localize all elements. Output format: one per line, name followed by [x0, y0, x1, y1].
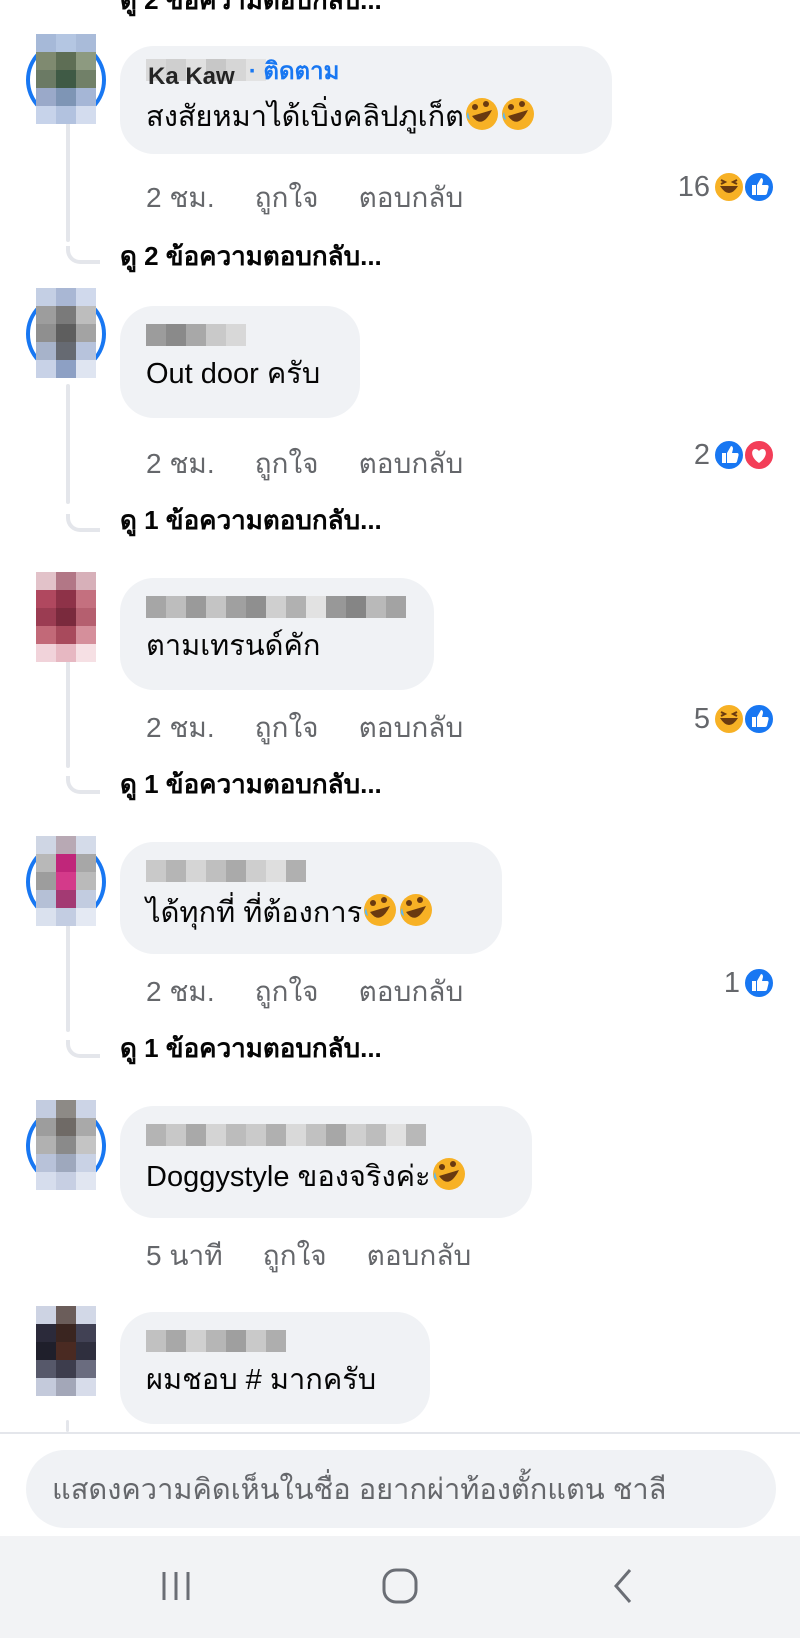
- back-icon: [614, 1569, 632, 1603]
- reaction-count: 2: [693, 438, 710, 471]
- rofl-emoji-icon: [364, 894, 397, 926]
- back-button[interactable]: [584, 1556, 664, 1616]
- thread-elbow: [66, 776, 100, 794]
- avatar[interactable]: [26, 288, 106, 378]
- love-icon: [743, 439, 775, 471]
- comment-text: Doggystyle ของจริงค่ะ: [146, 1161, 431, 1193]
- thread-line: [66, 650, 70, 768]
- comment-text: ได้ทุกที่ ที่ต้องการ: [146, 897, 363, 929]
- thread-elbow: [66, 514, 100, 532]
- like-button[interactable]: ถูกใจ: [255, 706, 319, 750]
- reaction-count: 5: [693, 702, 710, 735]
- thread-elbow: [66, 1040, 100, 1058]
- thread-elbow: [66, 246, 100, 264]
- blurred-author-name[interactable]: [146, 596, 408, 618]
- thread-line: [66, 1420, 69, 1432]
- blurred-author-name[interactable]: [146, 324, 334, 346]
- reply-button[interactable]: ตอบกลับ: [359, 970, 464, 1014]
- system-navigation-bar: [0, 1536, 800, 1638]
- reply-button[interactable]: ตอบกลับ: [359, 176, 464, 220]
- like-icon: [743, 967, 775, 999]
- like-button[interactable]: ถูกใจ: [263, 1234, 327, 1278]
- rofl-emoji-icon: [465, 98, 498, 130]
- comment-time[interactable]: 2 ชม.: [146, 706, 215, 750]
- home-button[interactable]: [360, 1556, 440, 1616]
- avatar[interactable]: [26, 1306, 106, 1396]
- reaction-summary[interactable]: 16: [678, 170, 776, 204]
- rofl-emoji-icon: [400, 894, 433, 926]
- comment-time[interactable]: 2 ชม.: [146, 442, 215, 486]
- view-replies-link[interactable]: ดู 1 ข้อความตอบกลับ...: [120, 500, 382, 541]
- follow-button[interactable]: · ติดตาม: [249, 51, 340, 90]
- rofl-emoji-icon: [432, 1158, 465, 1190]
- like-icon: [713, 439, 745, 471]
- like-button[interactable]: ถูกใจ: [255, 176, 319, 220]
- comment-text: ผมชอบ # มากครับ: [146, 1364, 377, 1396]
- reaction-summary[interactable]: 1: [724, 966, 776, 1000]
- comment-bubble[interactable]: Doggystyle ของจริงค่ะ: [120, 1106, 532, 1218]
- view-replies-link[interactable]: ดู 1 ข้อความตอบกลับ...: [120, 764, 382, 805]
- like-icon: [743, 171, 775, 203]
- reaction-count: 1: [723, 966, 740, 999]
- rofl-emoji-icon: [501, 98, 534, 130]
- view-replies-link[interactable]: ดู 2 ข้อความตอบกลับ...: [120, 236, 382, 277]
- comment-text: สงสัยหมาได้เบิ่งคลิปภูเก็ต: [146, 101, 464, 133]
- view-replies-link[interactable]: ดู 1 ข้อความตอบกลับ...: [120, 1028, 382, 1069]
- like-button[interactable]: ถูกใจ: [255, 442, 319, 486]
- comment-actions: 2 ชม. ถูกใจ ตอบกลับ: [146, 442, 463, 486]
- comment-actions: 2 ชม. ถูกใจ ตอบกลับ: [146, 176, 463, 220]
- comment-bubble[interactable]: ตามเทรนด์คัก: [120, 578, 434, 690]
- reply-button[interactable]: ตอบกลับ: [359, 706, 464, 750]
- haha-icon: [713, 171, 745, 203]
- comment-bubble[interactable]: Out door ครับ: [120, 306, 360, 418]
- comment-time[interactable]: 2 ชม.: [146, 970, 215, 1014]
- thread-line: [66, 384, 70, 504]
- avatar[interactable]: [26, 34, 106, 124]
- avatar[interactable]: [26, 1100, 106, 1190]
- blurred-author-name[interactable]: [146, 860, 476, 882]
- recent-apps-icon: [162, 1572, 190, 1600]
- comment-time[interactable]: 2 ชม.: [146, 176, 215, 220]
- comment-text: ตามเทรนด์คัก: [146, 630, 321, 662]
- comment-composer-bar: แสดงความคิดเห็นในชื่อ อยากผ่าท้องตั้กแตน…: [0, 1432, 800, 1536]
- reaction-summary[interactable]: 5: [694, 702, 776, 736]
- comment-time[interactable]: 5 นาที: [146, 1234, 223, 1278]
- view-replies-cut[interactable]: ดู 2 ข้อความตอบกลับ...: [120, 0, 382, 21]
- reply-button[interactable]: ตอบกลับ: [367, 1234, 472, 1278]
- reaction-summary[interactable]: 2: [694, 438, 776, 472]
- thread-line: [66, 122, 70, 242]
- avatar[interactable]: [26, 572, 106, 662]
- blurred-author-name[interactable]: [146, 1124, 506, 1146]
- haha-icon: [713, 703, 745, 735]
- like-icon: [743, 703, 775, 735]
- reply-button[interactable]: ตอบกลับ: [359, 442, 464, 486]
- comment-actions: 2 ชม. ถูกใจ ตอบกลับ: [146, 706, 463, 750]
- reaction-count: 16: [677, 170, 710, 203]
- comment-text: Out door ครับ: [146, 358, 321, 390]
- blurred-author-name[interactable]: [146, 1330, 404, 1352]
- like-button[interactable]: ถูกใจ: [255, 970, 319, 1014]
- comment-bubble[interactable]: Ka Kaw · ติดตาม สงสัยหมาได้เบิ่งคลิปภูเก…: [120, 46, 612, 154]
- comment-input-placeholder: แสดงความคิดเห็นในชื่อ อยากผ่าท้องตั้กแตน…: [52, 1474, 667, 1506]
- comment-bubble[interactable]: ผมชอบ # มากครับ: [120, 1312, 430, 1424]
- recent-apps-button[interactable]: [136, 1556, 216, 1616]
- comment-actions: 5 นาที ถูกใจ ตอบกลับ: [146, 1234, 471, 1278]
- thread-line: [66, 912, 70, 1032]
- comment-bubble[interactable]: ได้ทุกที่ ที่ต้องการ: [120, 842, 502, 954]
- home-icon: [382, 1568, 418, 1604]
- author-name-partial[interactable]: Ka Kaw: [148, 63, 235, 91]
- comment-actions: 2 ชม. ถูกใจ ตอบกลับ: [146, 970, 463, 1014]
- comment-input[interactable]: แสดงความคิดเห็นในชื่อ อยากผ่าท้องตั้กแตน…: [26, 1450, 776, 1528]
- avatar[interactable]: [26, 836, 106, 926]
